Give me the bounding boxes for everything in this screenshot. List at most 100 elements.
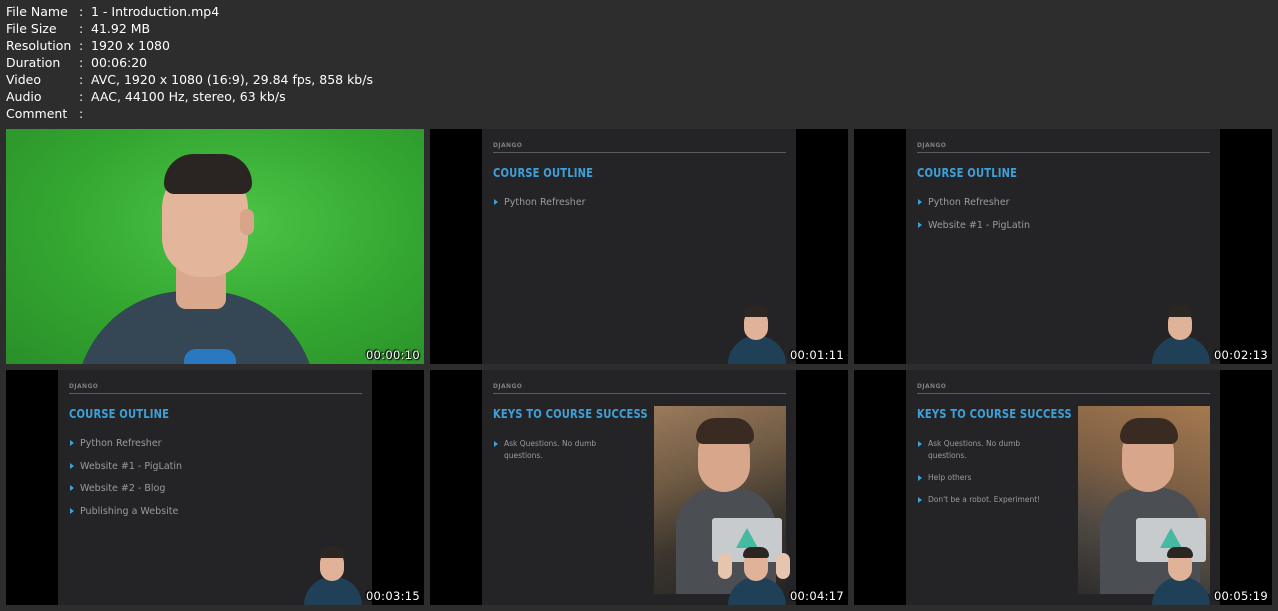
slide-frame: DJANGO COURSE OUTLINE Python Refresher (482, 129, 796, 364)
bullet-arrow-icon (70, 462, 74, 469)
slide-bullet-item: Publishing a Website (69, 506, 182, 529)
presenter-shirt (728, 336, 786, 364)
info-separator: : (79, 89, 84, 104)
info-label: File Name (6, 4, 68, 19)
media-info-panel: File Name : 1 - Introduction.mp4 File Si… (6, 3, 373, 122)
info-label: Audio (6, 89, 42, 104)
video-thumbnail[interactable]: DJANGO COURSE OUTLINE Python Refresher W… (6, 370, 424, 605)
slide-bullet-item: Ask Questions. No dumb questions. (917, 438, 1058, 462)
slide-bullet-text: Website #1 - PigLatin (928, 219, 1031, 231)
video-thumbnail[interactable]: 00:00:10 (6, 129, 424, 364)
video-thumbnail[interactable]: DJANGO KEYS TO COURSE SUCCESS Ask Questi… (854, 370, 1272, 605)
bullet-arrow-icon (494, 440, 498, 447)
presenter-hair (1167, 547, 1193, 558)
slide-bullet-item: Don't be a robot. Experiment! (917, 494, 1058, 506)
info-value: 41.92 MB (91, 21, 151, 36)
slide-bullet-item: Help others (917, 472, 1058, 484)
info-row-file-name: File Name : 1 - Introduction.mp4 (6, 3, 373, 20)
slide-title: KEYS TO COURSE SUCCESS (917, 406, 1072, 421)
slide-bullet-list: Python Refresher Website #1 - PigLatin W… (69, 438, 182, 528)
bullet-arrow-icon (918, 496, 922, 503)
info-label: File Size (6, 21, 57, 36)
slide-divider (917, 393, 1210, 394)
slide-divider (917, 152, 1210, 153)
info-separator: : (79, 4, 84, 19)
slide-bullet-text: Website #1 - PigLatin (80, 460, 183, 472)
thumbnail-timestamp: 00:01:11 (789, 348, 844, 362)
slide-bullet-text: Website #2 - Blog (80, 483, 166, 495)
thumbnail-timestamp: 00:02:13 (1213, 348, 1268, 362)
video-thumbnail[interactable]: DJANGO COURSE OUTLINE Python Refresher W… (854, 129, 1272, 364)
presenter-shirt (1152, 336, 1210, 364)
slide-frame: DJANGO KEYS TO COURSE SUCCESS Ask Questi… (482, 370, 796, 605)
presenter-shirt (728, 577, 786, 605)
bullet-arrow-icon (918, 440, 922, 447)
info-value: AVC, 1920 x 1080 (16:9), 29.84 fps, 858 … (91, 72, 373, 87)
slide-bullet-text: Python Refresher (504, 197, 586, 208)
shirt-logo (184, 349, 236, 364)
presenter-inset (298, 543, 364, 605)
presenter-hand (776, 553, 790, 579)
slide-frame: DJANGO KEYS TO COURSE SUCCESS Ask Questi… (906, 370, 1220, 605)
slide-bullet-item: Ask Questions. No dumb questions. (493, 438, 634, 462)
slide-title: COURSE OUTLINE (917, 165, 1018, 180)
presenter-hand (718, 553, 732, 579)
info-value: 00:06:20 (91, 55, 148, 70)
slide-bullet-text: Python Refresher (928, 197, 1010, 208)
slide-divider (493, 152, 786, 153)
slide-title: COURSE OUTLINE (493, 165, 594, 180)
slide-divider (493, 393, 786, 394)
slide-bullet-text: Publishing a Website (80, 505, 179, 517)
thumbnail-timestamp: 00:00:10 (365, 348, 420, 362)
slide-bullet-item: Website #1 - PigLatin (917, 220, 1030, 243)
slide-title: KEYS TO COURSE SUCCESS (493, 406, 648, 421)
bullet-arrow-icon (918, 199, 922, 205)
thumbnail-timestamp: 00:04:17 (789, 589, 844, 603)
slide-brand: DJANGO (917, 383, 947, 390)
slide-bullet-list: Ask Questions. No dumb questions. Help o… (917, 438, 1058, 516)
slide-frame: DJANGO COURSE OUTLINE Python Refresher W… (58, 370, 372, 605)
info-label: Video (6, 72, 42, 87)
photo-person-hair (1120, 418, 1178, 444)
info-label: Resolution (6, 38, 72, 53)
thumbnail-timestamp: 00:03:15 (365, 589, 420, 603)
info-row-comment: Comment : (6, 105, 373, 122)
info-separator: : (79, 55, 84, 70)
info-value: AAC, 44100 Hz, stereo, 63 kb/s (91, 89, 286, 104)
slide-bullet-text: Python Refresher (80, 438, 162, 449)
info-value: 1920 x 1080 (91, 38, 170, 53)
presenter-hair (743, 306, 769, 317)
video-thumbnail[interactable]: DJANGO COURSE OUTLINE Python Refresher 0… (430, 129, 848, 364)
photo-person-hair (696, 418, 754, 444)
video-thumbnail[interactable]: DJANGO KEYS TO COURSE SUCCESS Ask Questi… (430, 370, 848, 605)
slide-title: COURSE OUTLINE (69, 406, 170, 421)
info-label: Comment (6, 106, 68, 121)
presenter-ear (240, 209, 254, 235)
info-value: 1 - Introduction.mp4 (91, 4, 220, 19)
slide-brand: DJANGO (493, 383, 523, 390)
info-row-resolution: Resolution : 1920 x 1080 (6, 37, 373, 54)
slide-bullet-item: Website #2 - Blog (69, 483, 182, 506)
slide-bullet-text: Help others (928, 473, 972, 482)
bullet-arrow-icon (70, 440, 74, 446)
slide-bullet-list: Ask Questions. No dumb questions. (493, 438, 634, 472)
slide-bullet-text: Ask Questions. No dumb questions. (504, 439, 597, 460)
slide-divider (69, 393, 362, 394)
info-separator: : (79, 21, 84, 36)
info-row-file-size: File Size : 41.92 MB (6, 20, 373, 37)
slide-bullet-item: Website #1 - PigLatin (69, 461, 182, 484)
slide-bullet-text: Ask Questions. No dumb questions. (928, 439, 1021, 460)
presenter-inset (718, 543, 790, 605)
bullet-arrow-icon (918, 474, 922, 481)
slide-bullet-item: Python Refresher (917, 197, 1030, 220)
presenter-hair (743, 547, 769, 558)
info-separator: : (79, 72, 84, 87)
slide-bullet-item: Python Refresher (69, 438, 182, 461)
presenter-hair (1167, 306, 1193, 317)
bullet-arrow-icon (918, 221, 922, 228)
info-row-audio: Audio : AAC, 44100 Hz, stereo, 63 kb/s (6, 88, 373, 105)
slide-frame: DJANGO COURSE OUTLINE Python Refresher W… (906, 129, 1220, 364)
presenter-shirt (304, 577, 362, 605)
presenter-hair (319, 547, 345, 558)
slide-bullet-text: Don't be a robot. Experiment! (928, 495, 1041, 504)
